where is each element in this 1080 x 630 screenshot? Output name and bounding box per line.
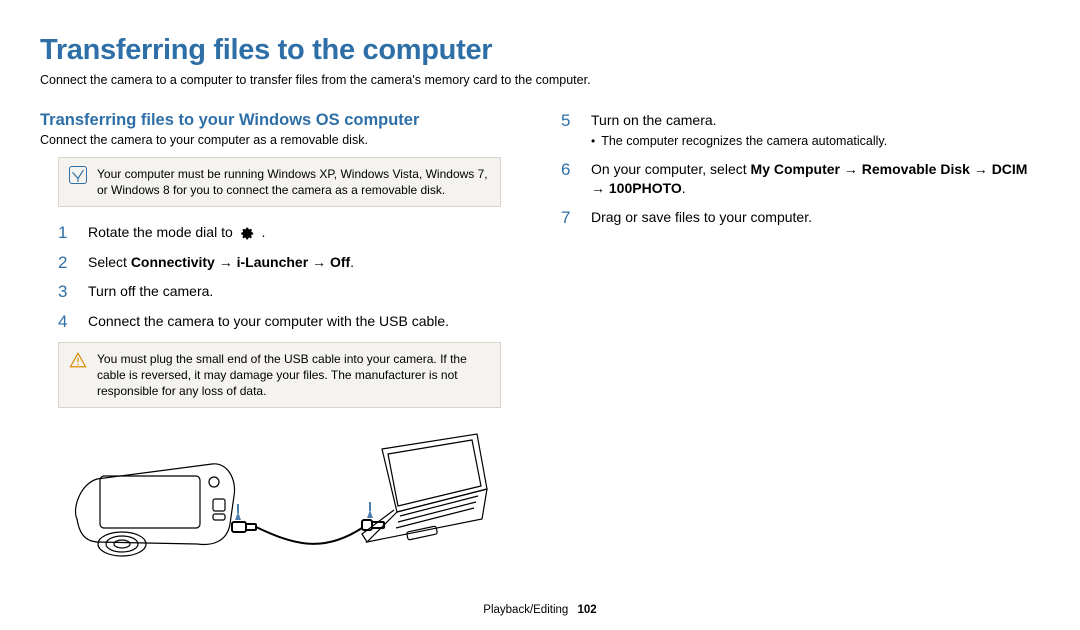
step-body: Connect the camera to your computer with… — [88, 312, 449, 331]
info-icon — [69, 166, 87, 184]
footer-page-number: 102 — [578, 604, 597, 616]
right-column: 5 Turn on the camera. • The computer rec… — [561, 111, 1040, 569]
section-heading: Transferring files to your Windows OS co… — [40, 111, 519, 130]
sub-bullet: • The computer recognizes the camera aut… — [591, 133, 887, 151]
step-body: Turn off the camera. — [88, 282, 213, 301]
step-body: Rotate the mode dial to . — [88, 223, 265, 242]
warning-icon — [69, 351, 87, 369]
step-number: 4 — [58, 312, 76, 332]
two-column-layout: Transferring files to your Windows OS co… — [40, 111, 1040, 569]
step-5: 5 Turn on the camera. • The computer rec… — [561, 111, 1040, 150]
step-body: On your computer, select My Computer → R… — [591, 160, 1040, 198]
step-7: 7 Drag or save files to your computer. — [561, 208, 1040, 228]
step-body: Drag or save files to your computer. — [591, 208, 812, 227]
step-text-plain: Select — [88, 254, 131, 270]
page-title: Transferring files to the computer — [40, 34, 1040, 67]
step-text-bold: Connectivity → i-Launcher → Off — [131, 254, 350, 270]
step-number: 6 — [561, 160, 579, 180]
step-number: 7 — [561, 208, 579, 228]
page-intro: Connect the camera to a computer to tran… — [40, 73, 1040, 87]
step-4: 4 Connect the camera to your computer wi… — [58, 312, 519, 332]
step-text-pre: Rotate the mode dial to — [88, 224, 237, 240]
gear-icon — [240, 226, 255, 241]
page-footer: Playback/Editing 102 — [0, 604, 1080, 616]
step-text-post: . — [262, 224, 266, 240]
warning-note: You must plug the small end of the USB c… — [58, 342, 501, 409]
manual-page: Transferring files to the computer Conne… — [0, 0, 1080, 630]
bullet-dot: • — [591, 133, 595, 151]
camera-laptop-illustration — [62, 424, 519, 569]
step-body: Turn on the camera. • The computer recog… — [591, 111, 887, 150]
step-2: 2 Select Connectivity → i-Launcher → Off… — [58, 253, 519, 273]
step-1: 1 Rotate the mode dial to . — [58, 223, 519, 243]
step-6: 6 On your computer, select My Computer →… — [561, 160, 1040, 198]
step-number: 3 — [58, 282, 76, 302]
step-number: 2 — [58, 253, 76, 273]
info-note: Your computer must be running Windows XP… — [58, 157, 501, 207]
step-body: Select Connectivity → i-Launcher → Off. — [88, 253, 354, 272]
info-note-text: Your computer must be running Windows XP… — [97, 166, 490, 198]
step-number: 5 — [561, 111, 579, 131]
step-number: 1 — [58, 223, 76, 243]
footer-section: Playback/Editing — [483, 604, 568, 616]
step-text-plain: On your computer, select — [591, 161, 751, 177]
bullet-text: The computer recognizes the camera autom… — [601, 133, 887, 151]
step-text-tail: . — [350, 254, 354, 270]
left-column: Transferring files to your Windows OS co… — [40, 111, 519, 569]
step-text: Turn on the camera. — [591, 111, 887, 130]
warning-note-text: You must plug the small end of the USB c… — [97, 351, 490, 400]
section-subtext: Connect the camera to your computer as a… — [40, 133, 519, 147]
step-text-tail: . — [682, 180, 686, 196]
step-3: 3 Turn off the camera. — [58, 282, 519, 302]
